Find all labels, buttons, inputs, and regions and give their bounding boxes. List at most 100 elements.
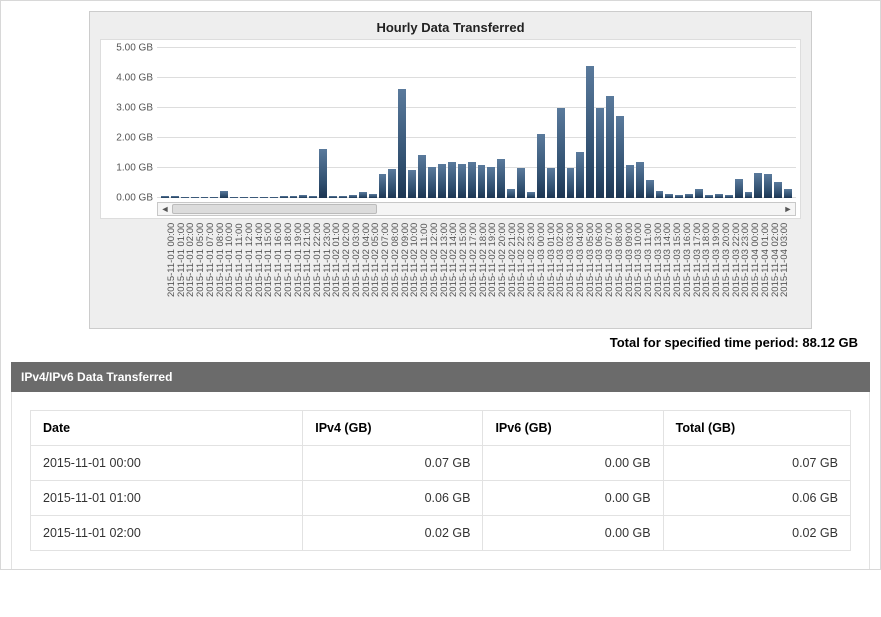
bar[interactable] xyxy=(576,152,584,199)
x-tick-label: 2015-11-03 13:00 xyxy=(653,223,661,318)
table-row: 2015-11-01 00:000.07 GB0.00 GB0.07 GB xyxy=(31,446,851,481)
bar[interactable] xyxy=(656,191,664,199)
bar[interactable] xyxy=(398,89,406,199)
scroll-right-button[interactable]: ► xyxy=(781,203,795,215)
bar[interactable] xyxy=(290,196,298,198)
y-tick-label: 0.00 GB xyxy=(116,193,153,204)
bar[interactable] xyxy=(319,149,327,199)
bar[interactable] xyxy=(636,162,644,198)
col-total: Total (GB) xyxy=(663,411,850,446)
bar[interactable] xyxy=(764,174,772,198)
bar[interactable] xyxy=(527,192,535,198)
scroll-thumb[interactable] xyxy=(172,204,377,214)
table-row: 2015-11-01 01:000.06 GB0.00 GB0.06 GB xyxy=(31,481,851,516)
col-date: Date xyxy=(31,411,303,446)
bar[interactable] xyxy=(191,197,199,198)
bar[interactable] xyxy=(665,194,673,199)
bar[interactable] xyxy=(606,96,614,198)
bar[interactable] xyxy=(705,195,713,198)
bar[interactable] xyxy=(438,164,446,198)
bar[interactable] xyxy=(408,170,416,199)
bar[interactable] xyxy=(171,196,179,198)
bar[interactable] xyxy=(468,162,476,198)
bar[interactable] xyxy=(725,195,733,198)
bar[interactable] xyxy=(646,180,654,198)
bar[interactable] xyxy=(517,168,525,198)
bar[interactable] xyxy=(418,155,426,198)
x-tick-label: 2015-11-03 04:00 xyxy=(575,223,583,318)
bar[interactable] xyxy=(675,195,683,198)
x-tick-label: 2015-11-03 16:00 xyxy=(682,223,690,318)
x-tick-label: 2015-11-04 00:00 xyxy=(750,223,758,318)
bar[interactable] xyxy=(210,197,218,198)
bar[interactable] xyxy=(161,196,169,198)
x-tick-label: 2015-11-02 12:00 xyxy=(429,223,437,318)
x-tick-label: 2015-11-03 09:00 xyxy=(624,223,632,318)
bar[interactable] xyxy=(626,165,634,198)
x-tick-label: 2015-11-02 14:00 xyxy=(448,223,456,318)
bar[interactable] xyxy=(547,168,555,198)
bar[interactable] xyxy=(487,167,495,199)
x-tick-label: 2015-11-03 10:00 xyxy=(633,223,641,318)
x-tick-label: 2015-11-01 14:00 xyxy=(254,223,262,318)
x-tick-label: 2015-11-03 05:00 xyxy=(585,223,593,318)
bar[interactable] xyxy=(299,195,307,198)
bar[interactable] xyxy=(596,108,604,198)
bar[interactable] xyxy=(586,66,594,198)
bar[interactable] xyxy=(567,168,575,198)
bar[interactable] xyxy=(201,197,209,198)
bar[interactable] xyxy=(428,167,436,199)
y-tick-label: 5.00 GB xyxy=(116,43,153,54)
x-tick-label: 2015-11-02 01:00 xyxy=(331,223,339,318)
bar[interactable] xyxy=(379,174,387,198)
bar[interactable] xyxy=(220,191,228,199)
cell-ipv6: 0.00 GB xyxy=(483,516,663,551)
x-tick-label: 2015-11-02 09:00 xyxy=(400,223,408,318)
bar[interactable] xyxy=(270,197,278,199)
bar[interactable] xyxy=(280,196,288,198)
x-tick-label: 2015-11-02 03:00 xyxy=(351,223,359,318)
x-tick-label: 2015-11-03 17:00 xyxy=(692,223,700,318)
table-row: 2015-11-01 02:000.02 GB0.00 GB0.02 GB xyxy=(31,516,851,551)
cell-date: 2015-11-01 00:00 xyxy=(31,446,303,481)
bar[interactable] xyxy=(616,116,624,199)
bar[interactable] xyxy=(784,189,792,198)
x-tick-label: 2015-11-03 15:00 xyxy=(672,223,680,318)
x-tick-label: 2015-11-02 10:00 xyxy=(409,223,417,318)
bar[interactable] xyxy=(715,194,723,198)
bar[interactable] xyxy=(250,197,258,198)
bar[interactable] xyxy=(458,164,466,199)
bar[interactable] xyxy=(349,195,357,198)
x-tick-label: 2015-11-01 02:00 xyxy=(185,223,193,318)
bar[interactable] xyxy=(369,194,377,198)
bar[interactable] xyxy=(329,196,337,198)
cell-ipv6: 0.00 GB xyxy=(483,481,663,516)
bar[interactable] xyxy=(339,196,347,198)
bar[interactable] xyxy=(497,159,505,198)
bar[interactable] xyxy=(478,165,486,198)
chart-scrollbar[interactable]: ◄ ► xyxy=(157,202,796,216)
bar[interactable] xyxy=(557,108,565,198)
bar[interactable] xyxy=(754,173,762,199)
bar[interactable] xyxy=(388,169,396,198)
bar[interactable] xyxy=(309,196,317,198)
cell-ipv4: 0.07 GB xyxy=(303,446,483,481)
bar[interactable] xyxy=(537,134,545,199)
bar[interactable] xyxy=(695,189,703,198)
bar[interactable] xyxy=(745,192,753,198)
bar[interactable] xyxy=(507,189,515,198)
cell-date: 2015-11-01 02:00 xyxy=(31,516,303,551)
bar[interactable] xyxy=(260,197,268,198)
bar[interactable] xyxy=(448,162,456,198)
x-axis: 2015-11-01 00:002015-11-01 01:002015-11-… xyxy=(166,223,787,318)
scroll-left-button[interactable]: ◄ xyxy=(158,203,172,215)
x-tick-label: 2015-11-02 08:00 xyxy=(390,223,398,318)
x-tick-label: 2015-11-03 02:00 xyxy=(555,223,563,318)
bar[interactable] xyxy=(230,197,238,198)
bar[interactable] xyxy=(359,192,367,198)
bar[interactable] xyxy=(240,197,248,198)
bar[interactable] xyxy=(774,182,782,199)
bar[interactable] xyxy=(685,194,693,198)
bar[interactable] xyxy=(181,197,189,198)
bar[interactable] xyxy=(735,179,743,199)
